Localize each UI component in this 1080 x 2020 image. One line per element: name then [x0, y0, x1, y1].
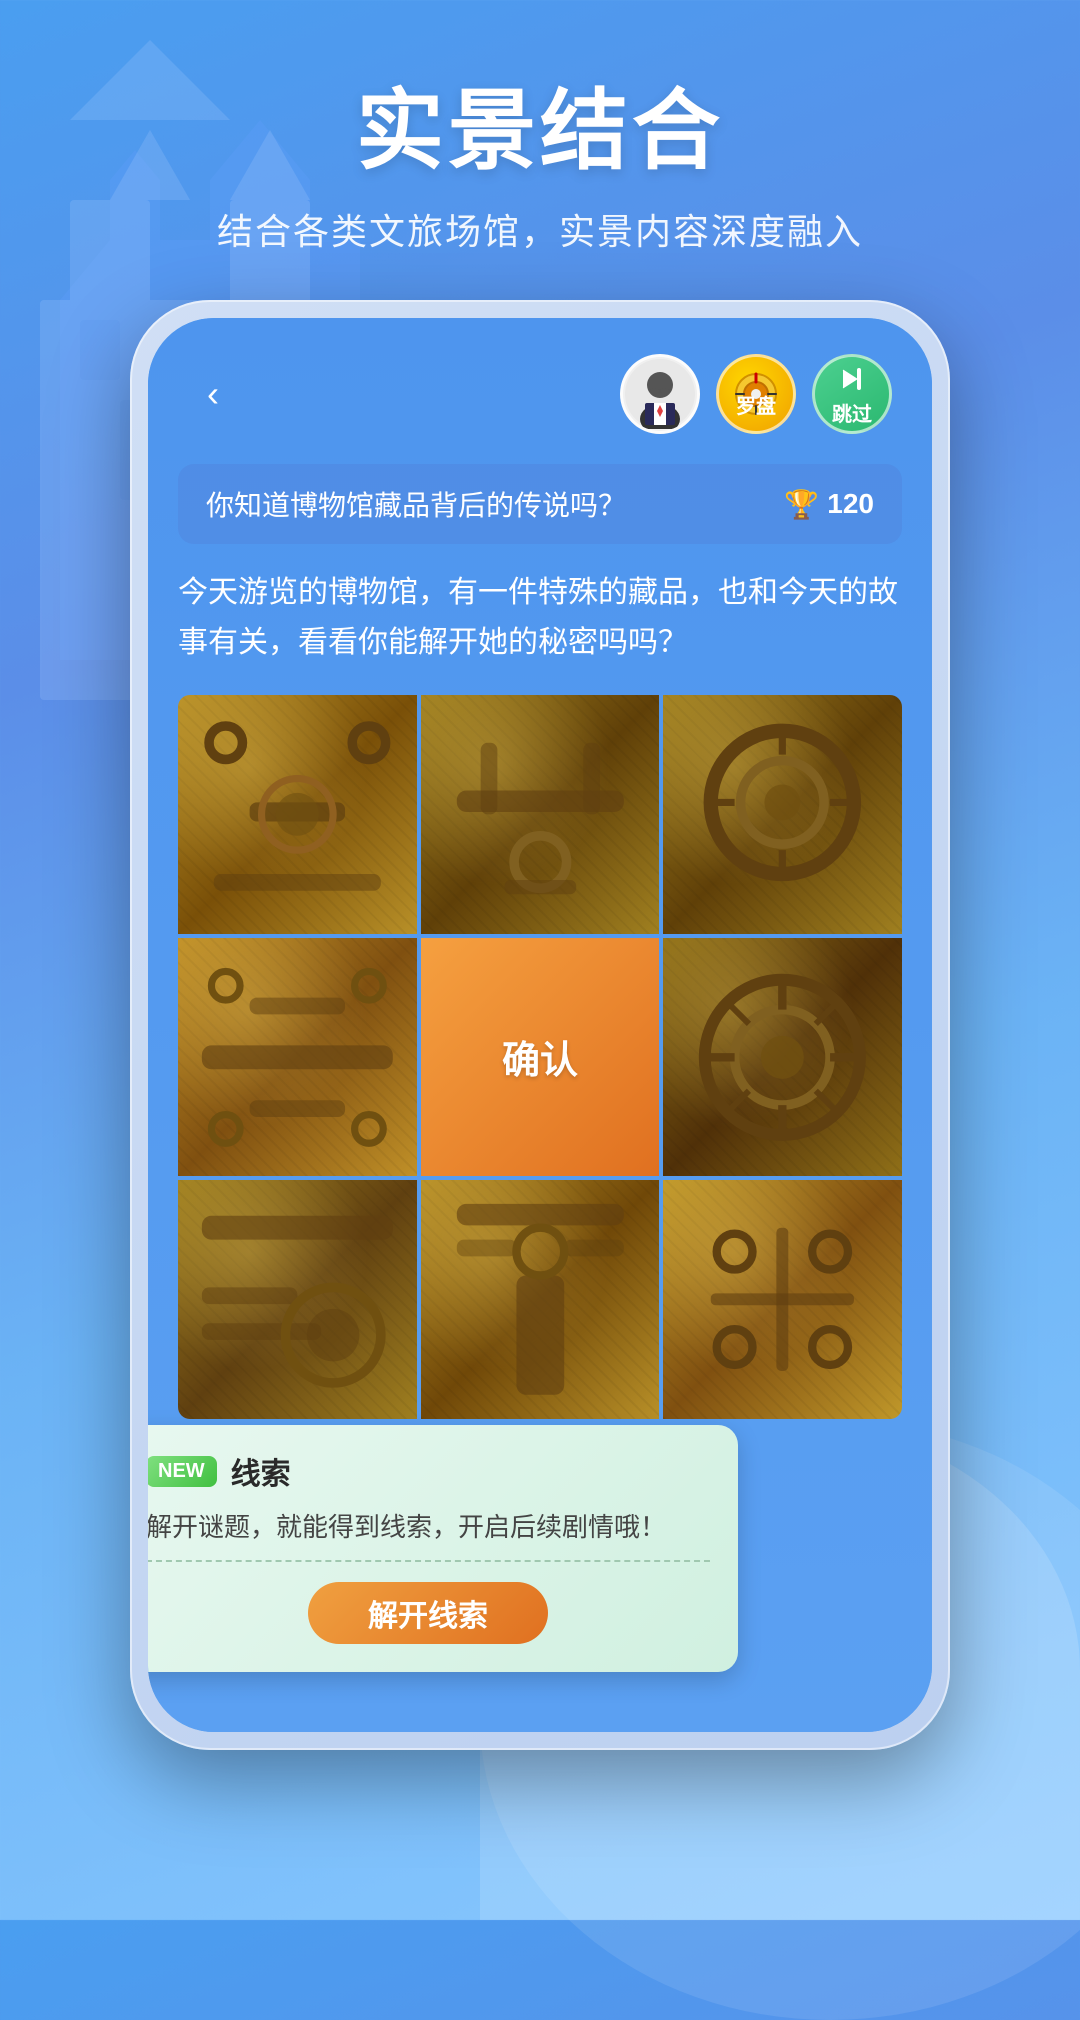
- nav-right: 罗盘 跳过: [620, 354, 892, 434]
- clue-card: NEW 线索 解开谜题，就能得到线索，开启后续剧情哦！ 解开线索: [148, 1425, 738, 1672]
- puzzle-cell-bl[interactable]: [178, 1180, 417, 1419]
- back-button[interactable]: ‹: [188, 369, 238, 419]
- score-value: 120: [827, 488, 874, 520]
- vault-tr: [663, 695, 902, 934]
- new-badge: NEW: [148, 1456, 217, 1487]
- phone-outer: ‹: [130, 300, 950, 1750]
- vault-bl: [178, 1180, 417, 1419]
- trophy-icon: 🏆: [784, 488, 819, 521]
- confirm-text[interactable]: 确认: [502, 1029, 578, 1084]
- question-card: 你知道博物馆藏品背后的传说吗？ 🏆 120: [178, 464, 902, 544]
- clue-description: 解开谜题，就能得到线索，开启后续剧情哦！: [148, 1507, 710, 1562]
- sub-title: 结合各类文旅场馆，实景内容深度融入: [0, 203, 1080, 255]
- vault-bm: [421, 1180, 660, 1419]
- avatar: [620, 354, 700, 434]
- puzzle-cell-ml[interactable]: [178, 938, 417, 1177]
- phone-inner: ‹: [148, 318, 932, 1732]
- main-title: 实景结合: [0, 60, 1080, 187]
- vault-br: [663, 1180, 902, 1419]
- confirm-cell[interactable]: 确认: [421, 938, 660, 1177]
- puzzle-cell-bm[interactable]: [421, 1180, 660, 1419]
- question-text: 你知道博物馆藏品背后的传说吗？: [206, 484, 784, 524]
- vault-tm: [421, 695, 660, 934]
- phone-screen: ‹: [148, 318, 932, 1732]
- header-section: 实景结合 结合各类文旅场馆，实景内容深度融入: [0, 60, 1080, 255]
- puzzle-cell-br[interactable]: [663, 1180, 902, 1419]
- phone-wrapper: ‹: [130, 300, 950, 1750]
- puzzle-cell-tr[interactable]: [663, 695, 902, 934]
- clue-title: 线索: [231, 1449, 291, 1493]
- skip-button[interactable]: 跳过: [812, 354, 892, 434]
- skip-label: 跳过: [832, 398, 872, 427]
- nav-bar: ‹: [148, 318, 932, 454]
- vault-mr: [663, 938, 902, 1177]
- avatar-svg: [625, 359, 695, 429]
- vault-ml: [178, 938, 417, 1177]
- unlock-button[interactable]: 解开线索: [308, 1582, 548, 1644]
- description-text: 今天游览的博物馆，有一件特殊的藏品，也和今天的故事有关，看看你能解开她的秘密吗吗…: [178, 568, 902, 667]
- vault-tl: [178, 695, 417, 934]
- score-area: 🏆 120: [784, 488, 874, 521]
- puzzle-grid: 确认: [178, 695, 902, 1419]
- puzzle-cell-mr[interactable]: [663, 938, 902, 1177]
- back-icon: ‹: [207, 373, 219, 415]
- puzzle-cell-tm[interactable]: [421, 695, 660, 934]
- luopan-button[interactable]: 罗盘: [716, 354, 796, 434]
- clue-header: NEW 线索: [148, 1449, 710, 1493]
- skip-arrow-icon: [835, 362, 869, 396]
- luopan-label: 罗盘: [736, 390, 776, 419]
- puzzle-cell-tl[interactable]: [178, 695, 417, 934]
